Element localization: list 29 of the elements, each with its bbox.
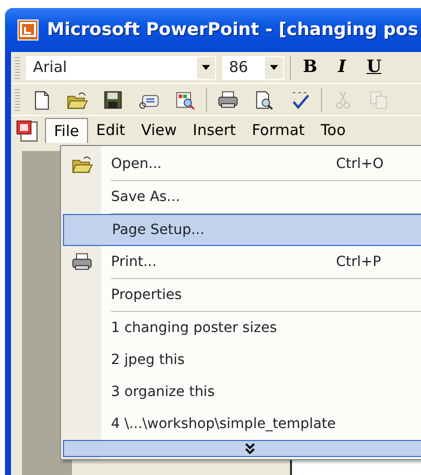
menu-item[interactable]: View [133,118,185,143]
menu-item[interactable]: 1 changing poster sizes [63,312,421,344]
font-field[interactable]: Arial [26,56,216,80]
menu-item[interactable]: 4 \...\workshop\simple_template [63,408,421,440]
menu-item[interactable]: Page Setup... [63,214,421,246]
menu-item[interactable]: Edit [88,118,134,143]
menu-item[interactable]: 2 jpeg this [63,344,421,376]
caret-icon [270,65,278,70]
app-icon [17,19,39,41]
window-title: Microsoft PowerPoint - [changing pos [47,18,418,42]
menu-item[interactable]: File [45,118,88,143]
bold-button[interactable]: B [297,54,323,80]
print-preview-icon[interactable] [253,88,275,110]
menu-item[interactable]: Too [312,118,354,143]
menu-item[interactable]: Open... Ctrl+O [63,148,421,180]
menu-item[interactable]: 3 organize this [63,376,421,408]
italic-button[interactable]: I [329,54,355,80]
expand-menu-bar[interactable] [63,440,421,457]
printer-icon [71,251,93,273]
menu-item[interactable]: Properties [63,279,421,311]
font-size-field[interactable]: 86 [222,56,284,80]
menu-item[interactable]: Format [244,118,313,143]
menu-item[interactable]: Print... Ctrl+P [63,246,421,278]
caret-icon [202,65,210,70]
double-chevron-icon [245,443,255,454]
menu-item[interactable]: Insert [184,118,244,143]
printer-icon[interactable] [217,88,239,110]
underline-button[interactable]: U [361,54,387,80]
menu-item[interactable]: Save As... [63,181,421,213]
